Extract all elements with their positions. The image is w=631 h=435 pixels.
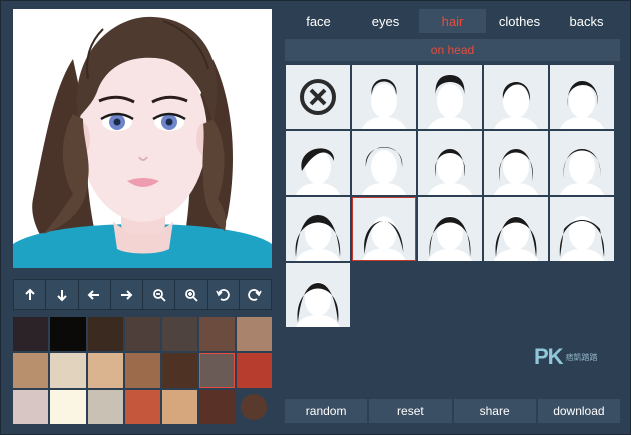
hair-style-grid	[286, 65, 621, 327]
color-swatch[interactable]	[13, 317, 49, 352]
hair-style-option[interactable]	[550, 197, 614, 261]
tab-eyes[interactable]: eyes	[352, 9, 419, 33]
color-swatch[interactable]	[199, 317, 235, 352]
tab-face[interactable]: face	[285, 9, 352, 33]
hair-silhouette-icon	[494, 216, 538, 261]
share-button[interactable]: share	[453, 399, 536, 423]
arrow-left-icon[interactable]	[79, 280, 111, 309]
random-button[interactable]: random	[285, 399, 368, 423]
color-swatch[interactable]	[13, 389, 49, 424]
transform-toolbar	[13, 279, 272, 310]
hair-silhouette-icon	[428, 216, 472, 261]
hair-none-option[interactable]	[286, 65, 350, 129]
hair-style-option[interactable]	[286, 131, 350, 195]
hair-style-option[interactable]	[418, 197, 482, 261]
hair-style-option[interactable]	[418, 131, 482, 195]
hair-style-option[interactable]	[484, 65, 548, 129]
watermark-subtext: 痞凱踏踏	[565, 352, 598, 362]
close-circle-icon	[300, 79, 336, 115]
hair-silhouette-icon	[494, 149, 538, 195]
tab-clothes[interactable]: clothes	[486, 9, 553, 33]
hair-style-option[interactable]	[484, 131, 548, 195]
color-swatch[interactable]	[50, 389, 86, 424]
app-frame: face eyes hair clothes backs on head PK …	[0, 0, 631, 435]
hair-silhouette-icon	[295, 215, 341, 261]
subcategory-header: on head	[285, 39, 620, 61]
hair-silhouette-icon	[428, 149, 472, 195]
hair-style-option[interactable]	[352, 131, 416, 195]
hair-style-option[interactable]	[352, 65, 416, 129]
tab-hair[interactable]: hair	[419, 9, 486, 33]
reset-button[interactable]: reset	[369, 399, 452, 423]
hair-silhouette-icon	[362, 216, 406, 260]
hair-style-option[interactable]	[352, 197, 416, 261]
hair-silhouette-icon	[362, 79, 406, 129]
hair-silhouette-icon	[559, 216, 605, 261]
hair-silhouette-icon	[560, 149, 604, 195]
zoom-in-icon[interactable]	[175, 280, 208, 309]
hair-silhouette-icon	[428, 75, 472, 129]
watermark-brand: PK	[534, 344, 564, 369]
color-swatch[interactable]	[236, 317, 272, 352]
color-swatch[interactable]	[124, 317, 161, 352]
action-bar: random reset share download	[285, 399, 620, 423]
color-swatch[interactable]	[124, 389, 161, 424]
tab-backs[interactable]: backs	[553, 9, 620, 33]
arrow-down-icon[interactable]	[46, 280, 79, 309]
arrow-right-icon[interactable]	[111, 280, 143, 309]
color-swatch[interactable]	[162, 317, 198, 352]
color-swatch[interactable]	[199, 353, 235, 388]
hair-silhouette-icon	[296, 148, 340, 195]
rotate-right-icon[interactable]	[240, 280, 271, 309]
color-swatch[interactable]	[124, 353, 161, 388]
color-swatch[interactable]	[237, 390, 272, 424]
hair-style-option[interactable]	[550, 65, 614, 129]
hair-style-option[interactable]	[484, 197, 548, 261]
color-swatch[interactable]	[13, 353, 49, 388]
hair-style-option[interactable]	[418, 65, 482, 129]
avatar-preview	[13, 9, 272, 268]
hair-style-option[interactable]	[550, 131, 614, 195]
color-swatch[interactable]	[87, 389, 123, 424]
zoom-out-icon[interactable]	[143, 280, 176, 309]
color-swatch[interactable]	[199, 389, 235, 424]
color-swatch[interactable]	[50, 317, 86, 352]
color-swatch[interactable]	[50, 353, 86, 388]
rotate-left-icon[interactable]	[208, 280, 240, 309]
watermark-logo: PK 痞凱踏踏	[534, 344, 606, 370]
hair-silhouette-icon	[362, 147, 406, 195]
color-swatch[interactable]	[162, 389, 198, 424]
color-palette	[13, 317, 272, 424]
hair-style-option[interactable]	[286, 263, 350, 327]
hair-style-option[interactable]	[286, 197, 350, 261]
arrow-up-icon[interactable]	[14, 280, 47, 309]
color-swatch[interactable]	[236, 353, 272, 388]
color-swatch[interactable]	[87, 353, 123, 388]
category-tabs: face eyes hair clothes backs	[285, 9, 620, 33]
hair-silhouette-icon	[560, 81, 604, 129]
color-swatch[interactable]	[87, 317, 123, 352]
hair-silhouette-icon	[494, 82, 538, 129]
download-button[interactable]: download	[537, 399, 620, 423]
color-swatch[interactable]	[162, 353, 198, 388]
hair-silhouette-icon	[296, 282, 340, 327]
